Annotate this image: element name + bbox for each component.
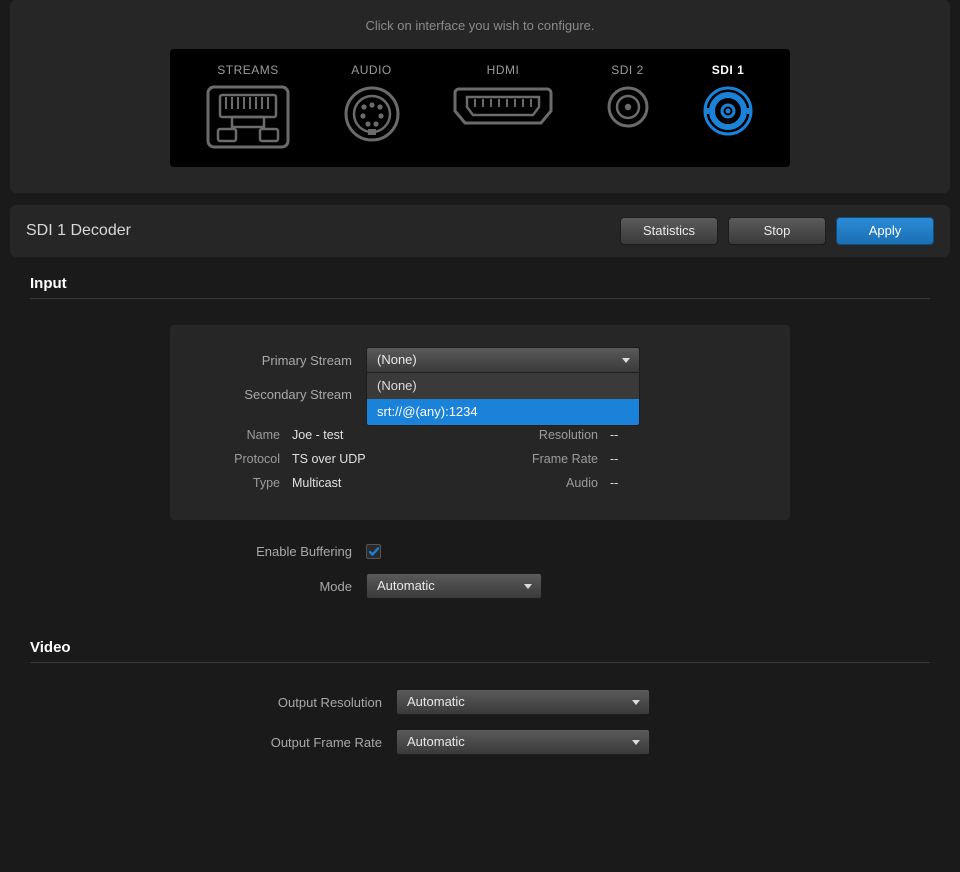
chevron-down-icon xyxy=(632,740,640,745)
detail-audio-row: Audio -- xyxy=(480,476,764,490)
mode-select[interactable]: Automatic xyxy=(366,573,542,599)
chevron-down-icon xyxy=(622,358,630,363)
output-framerate-value: Automatic xyxy=(407,734,465,749)
detail-protocol-value: TS over UDP xyxy=(292,452,366,466)
detail-name-row: Name Joe - test xyxy=(196,428,480,442)
detail-type-value: Multicast xyxy=(292,476,341,490)
port-label: AUDIO xyxy=(351,63,392,77)
port-label: SDI 2 xyxy=(611,63,644,77)
chevron-down-icon xyxy=(632,700,640,705)
page-title: SDI 1 Decoder xyxy=(26,222,610,240)
detail-name-value: Joe - test xyxy=(292,428,343,442)
interface-picker-hint: Click on interface you wish to configure… xyxy=(30,18,930,33)
detail-framerate-label: Frame Rate xyxy=(480,452,610,466)
secondary-stream-label: Secondary Stream xyxy=(196,387,366,402)
output-resolution-label: Output Resolution xyxy=(170,695,396,710)
primary-stream-select[interactable]: (None) (None) srt://@(any):1234 xyxy=(366,347,640,373)
chevron-down-icon xyxy=(524,584,532,589)
port-label: SDI 1 xyxy=(712,63,745,77)
port-label: STREAMS xyxy=(217,63,279,77)
check-icon xyxy=(368,546,380,558)
mode-row: Mode Automatic xyxy=(170,573,790,599)
primary-stream-option-srt[interactable]: srt://@(any):1234 xyxy=(367,399,639,425)
input-section-title: Input xyxy=(30,275,930,292)
section-divider xyxy=(30,662,930,663)
video-section-title: Video xyxy=(30,639,930,656)
interface-picker-panel: Click on interface you wish to configure… xyxy=(10,0,950,193)
enable-buffering-row: Enable Buffering xyxy=(170,544,790,559)
bnc-connector-icon xyxy=(606,85,650,129)
primary-stream-dropdown: (None) srt://@(any):1234 xyxy=(366,373,640,426)
detail-protocol-label: Protocol xyxy=(196,452,292,466)
decoder-header: SDI 1 Decoder Statistics Stop Apply xyxy=(10,205,950,257)
stream-details-left: Name Joe - test Protocol TS over UDP Typ… xyxy=(196,428,480,500)
primary-stream-value: (None) xyxy=(377,352,417,367)
output-resolution-select[interactable]: Automatic xyxy=(396,689,650,715)
port-label: HDMI xyxy=(487,63,520,77)
output-framerate-label: Output Frame Rate xyxy=(170,735,396,750)
section-divider xyxy=(30,298,930,299)
apply-button[interactable]: Apply xyxy=(836,217,934,245)
stream-details-grid: Name Joe - test Protocol TS over UDP Typ… xyxy=(196,428,764,500)
video-section: Video Output Resolution Automatic Output… xyxy=(0,639,960,755)
stream-details-right: Resolution -- Frame Rate -- Audio -- xyxy=(480,428,764,500)
input-section: Input Primary Stream (None) (None) srt:/… xyxy=(0,275,960,599)
detail-framerate-row: Frame Rate -- xyxy=(480,452,764,466)
detail-framerate-value: -- xyxy=(610,452,618,466)
port-sdi-1[interactable]: SDI 1 xyxy=(702,63,754,137)
port-hdmi[interactable]: HDMI xyxy=(453,63,553,129)
port-audio[interactable]: AUDIO xyxy=(343,63,401,143)
output-resolution-value: Automatic xyxy=(407,694,465,709)
port-sdi-2[interactable]: SDI 2 xyxy=(606,63,650,129)
port-streams[interactable]: STREAMS xyxy=(206,63,290,149)
output-framerate-row: Output Frame Rate Automatic xyxy=(170,729,790,755)
mode-label: Mode xyxy=(170,579,366,594)
hdmi-port-icon xyxy=(453,85,553,129)
detail-type-label: Type xyxy=(196,476,292,490)
detail-resolution-value: -- xyxy=(610,428,618,442)
detail-protocol-row: Protocol TS over UDP xyxy=(196,452,480,466)
detail-resolution-label: Resolution xyxy=(480,428,610,442)
output-resolution-row: Output Resolution Automatic xyxy=(170,689,790,715)
enable-buffering-label: Enable Buffering xyxy=(170,544,366,559)
detail-type-row: Type Multicast xyxy=(196,476,480,490)
primary-stream-option-none[interactable]: (None) xyxy=(367,373,639,399)
ethernet-port-icon xyxy=(206,85,290,149)
video-wrap: Output Resolution Automatic Output Frame… xyxy=(170,689,790,755)
bnc-connector-active-icon xyxy=(702,85,754,137)
primary-stream-label: Primary Stream xyxy=(196,353,366,368)
input-extra-wrap: Enable Buffering Mode Automatic xyxy=(170,544,790,599)
statistics-button[interactable]: Statistics xyxy=(620,217,718,245)
audio-din-icon xyxy=(343,85,401,143)
input-stream-box: Primary Stream (None) (None) srt://@(any… xyxy=(170,325,790,520)
detail-audio-value: -- xyxy=(610,476,618,490)
enable-buffering-checkbox[interactable] xyxy=(366,544,381,559)
interface-ports-box: STREAMS AUDIO xyxy=(170,49,790,167)
primary-stream-row: Primary Stream (None) (None) srt://@(any… xyxy=(196,347,764,373)
mode-value: Automatic xyxy=(377,578,435,593)
detail-audio-label: Audio xyxy=(480,476,610,490)
output-framerate-select[interactable]: Automatic xyxy=(396,729,650,755)
detail-name-label: Name xyxy=(196,428,292,442)
stop-button[interactable]: Stop xyxy=(728,217,826,245)
detail-resolution-row: Resolution -- xyxy=(480,428,764,442)
